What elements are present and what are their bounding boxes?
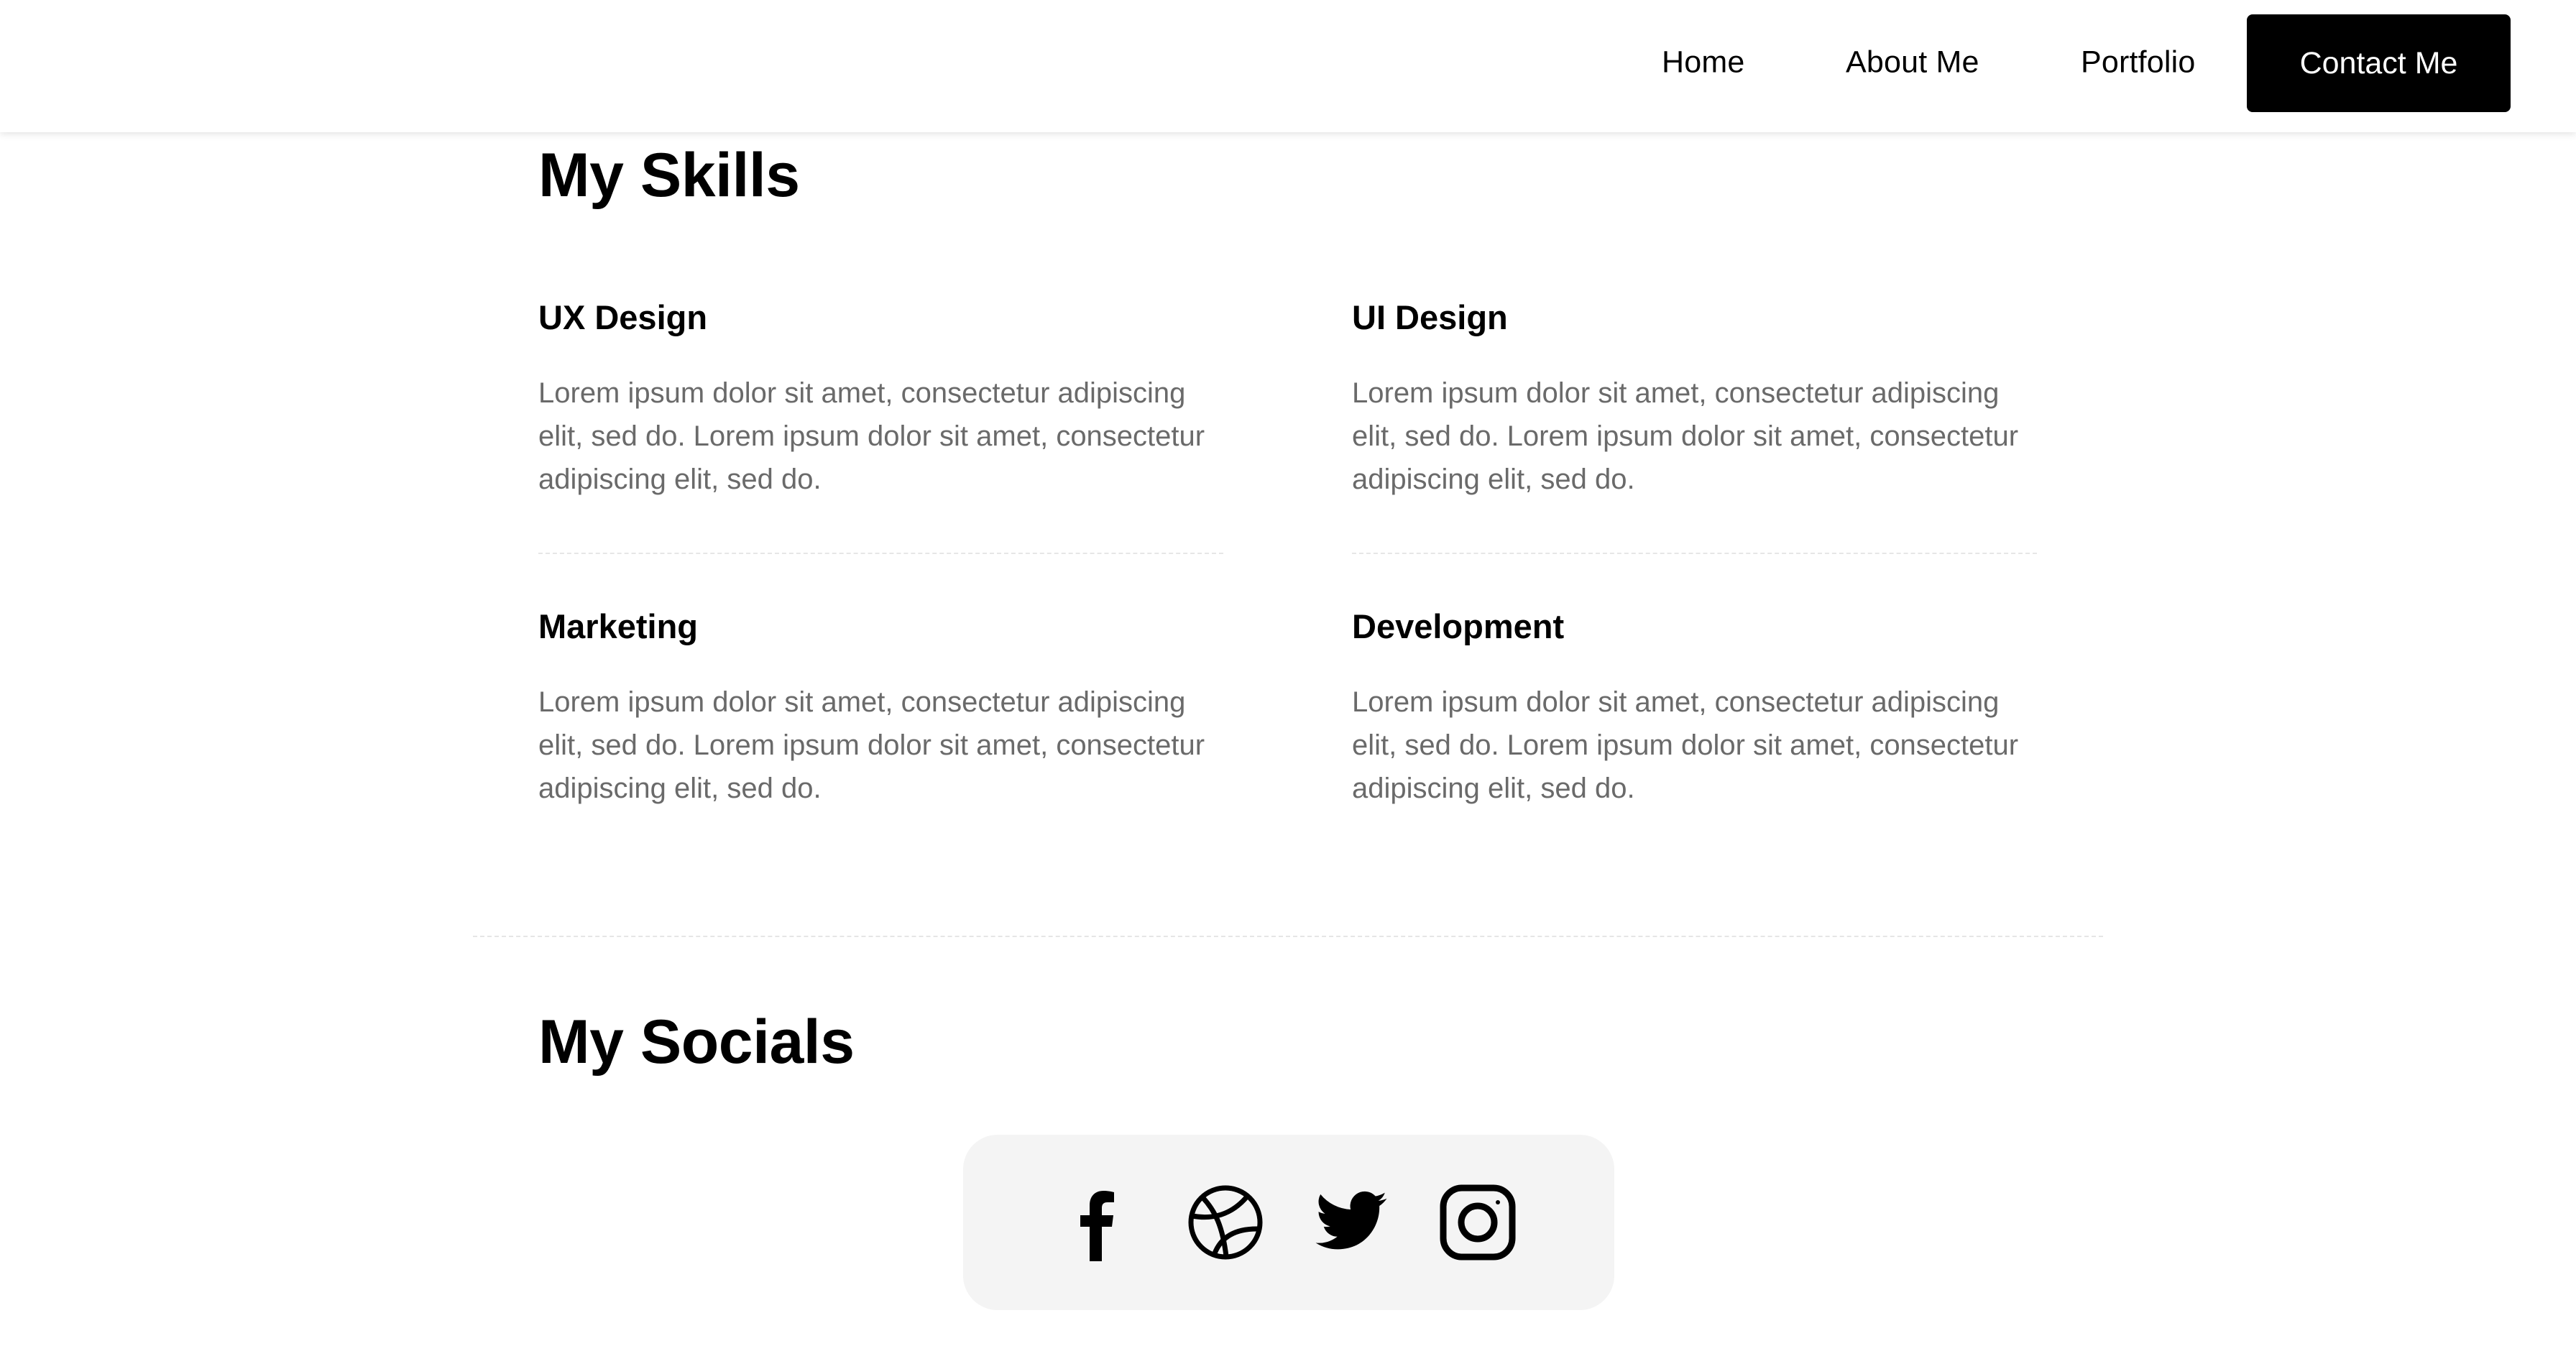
skill-divider [1352,553,2037,554]
socials-section-title: My Socials [538,1008,855,1077]
skills-section-title: My Skills [538,141,800,210]
skill-title: UX Design [538,298,708,336]
skill-title: Development [1352,607,1565,645]
twitter-icon[interactable] [1312,1184,1390,1261]
nav-portfolio-link[interactable]: Portfolio [2081,45,2196,80]
skill-title: Marketing [538,607,698,645]
skill-card-marketing: Marketing Lorem ipsum dolor sit amet, co… [538,609,1223,810]
skill-description: Lorem ipsum dolor sit amet, consectetur … [538,377,1205,495]
site-header: Home About Me Portfolio Contact Me [0,0,2576,132]
nav-home-link[interactable]: Home [1662,45,1745,80]
skill-description: Lorem ipsum dolor sit amet, consectetur … [1352,377,2019,495]
skill-divider [538,553,1223,554]
skill-description: Lorem ipsum dolor sit amet, consectetur … [1352,686,2019,804]
nav-about-link[interactable]: About Me [1846,45,1979,80]
instagram-icon[interactable] [1439,1184,1517,1261]
contact-me-button[interactable]: Contact Me [2247,14,2511,112]
skill-title: UI Design [1352,298,1508,336]
dribbble-icon[interactable] [1187,1184,1264,1261]
skill-description: Lorem ipsum dolor sit amet, consectetur … [538,686,1205,804]
skill-card-ux-design: UX Design Lorem ipsum dolor sit amet, co… [538,300,1223,501]
section-divider [473,936,2103,937]
skill-card-development: Development Lorem ipsum dolor sit amet, … [1352,609,2037,810]
skill-card-ui-design: UI Design Lorem ipsum dolor sit amet, co… [1352,300,2037,501]
facebook-icon[interactable] [1057,1184,1135,1261]
